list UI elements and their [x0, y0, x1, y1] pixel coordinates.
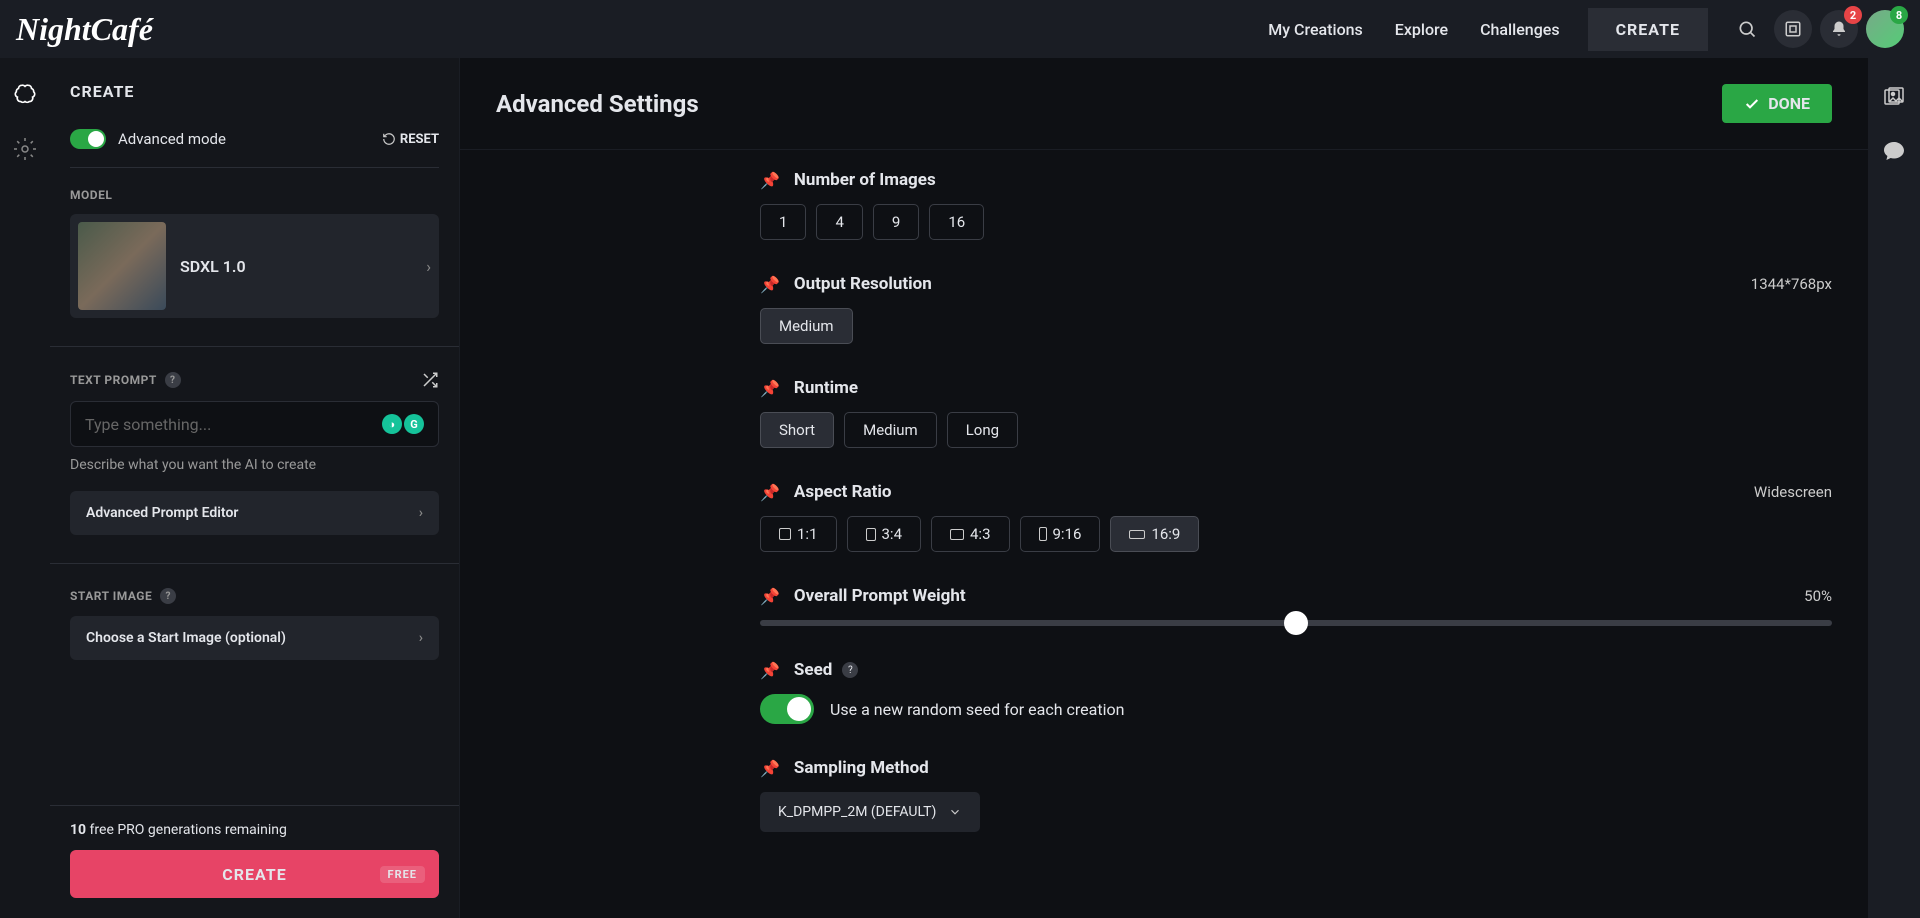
setting-number-of-images: 📌 Number of Images 1 4 9 16 — [760, 170, 1832, 240]
sampling-dropdown[interactable]: K_DPMPP_2M (DEFAULT) — [760, 792, 980, 832]
advanced-prompt-editor-button[interactable]: Advanced Prompt Editor › — [70, 491, 439, 535]
aspect-16-9[interactable]: 16:9 — [1110, 516, 1199, 552]
ratio-icon — [779, 528, 791, 540]
choose-start-image-button[interactable]: Choose a Start Image (optional) › — [70, 616, 439, 660]
runtime-long[interactable]: Long — [947, 412, 1018, 448]
aspect-1-1[interactable]: 1:1 — [760, 516, 837, 552]
advanced-mode-toggle[interactable] — [70, 129, 106, 149]
setting-prompt-weight: 📌 Overall Prompt Weight 50% — [760, 586, 1832, 626]
avatar[interactable]: 8 — [1866, 10, 1904, 48]
nav-challenges[interactable]: Challenges — [1464, 12, 1575, 47]
seed-description: Use a new random seed for each creation — [830, 700, 1124, 719]
done-button[interactable]: DONE — [1722, 84, 1832, 123]
content: Advanced Settings DONE 📌 Number of Image… — [460, 58, 1868, 918]
advanced-mode-label: Advanced mode — [118, 130, 382, 148]
ratio-icon — [1039, 527, 1047, 541]
ratio-icon — [950, 529, 964, 540]
create-button[interactable]: CREATE FREE — [70, 850, 439, 898]
page-title: Advanced Settings — [496, 90, 1722, 118]
output-res-medium[interactable]: Medium — [760, 308, 853, 344]
pin-icon[interactable]: 📌 — [760, 661, 780, 680]
brain-icon[interactable] — [12, 82, 38, 108]
weight-slider[interactable] — [760, 620, 1832, 626]
setting-runtime: 📌 Runtime Short Medium Long — [760, 378, 1832, 448]
grammarly-icon[interactable]: G — [404, 414, 424, 434]
seed-toggle[interactable] — [760, 694, 814, 724]
shuffle-icon[interactable] — [421, 371, 439, 389]
prompt-input[interactable]: Type something... ◑ G — [70, 401, 439, 447]
chevron-right-icon: › — [419, 505, 423, 521]
model-thumbnail — [78, 222, 166, 310]
search-icon[interactable] — [1728, 10, 1766, 48]
setting-sampling-method: 📌 Sampling Method K_DPMPP_2M (DEFAULT) — [760, 758, 1832, 832]
top-nav: NightCafé My Creations Explore Challenge… — [0, 0, 1920, 58]
nav-my-creations[interactable]: My Creations — [1252, 12, 1379, 47]
start-image-label: START IMAGE ? — [70, 588, 439, 604]
pin-icon[interactable]: 📌 — [760, 759, 780, 778]
text-prompt-label: TEXT PROMPT ? — [70, 371, 439, 389]
pin-icon[interactable]: 📌 — [760, 171, 780, 190]
chevron-right-icon: › — [419, 630, 423, 646]
num-images-1[interactable]: 1 — [760, 204, 806, 240]
free-tag: FREE — [380, 866, 425, 883]
chevron-right-icon: › — [426, 257, 431, 276]
prompt-placeholder: Type something... — [85, 415, 382, 434]
avatar-badge: 8 — [1890, 6, 1908, 24]
generations-remaining: 10 free PRO generations remaining — [70, 822, 439, 838]
aspect-9-16[interactable]: 9:16 — [1020, 516, 1101, 552]
settings-icon[interactable] — [12, 136, 38, 162]
prompt-help-text: Describe what you want the AI to create — [70, 457, 439, 473]
help-icon[interactable]: ? — [165, 372, 181, 388]
ratio-icon — [866, 528, 876, 541]
reset-button[interactable]: RESET — [382, 132, 439, 147]
nav-explore[interactable]: Explore — [1379, 12, 1464, 47]
slider-thumb[interactable] — [1284, 611, 1308, 635]
num-images-4[interactable]: 4 — [816, 204, 862, 240]
notification-badge: 2 — [1844, 6, 1862, 24]
right-rail — [1868, 58, 1920, 918]
chat-icon[interactable] — [1881, 138, 1907, 164]
setting-aspect-ratio: 📌 Aspect Ratio Widescreen 1:1 3:4 4:3 9:… — [760, 482, 1832, 552]
logo[interactable]: NightCafé — [16, 11, 153, 48]
sidebar: CREATE Advanced mode RESET MODEL SDXL 1.… — [50, 58, 460, 918]
left-rail — [0, 58, 50, 918]
help-icon[interactable]: ? — [842, 662, 858, 678]
sidebar-title: CREATE — [50, 58, 459, 117]
setting-seed: 📌 Seed ? Use a new random seed for each … — [760, 660, 1832, 724]
pin-icon[interactable]: 📌 — [760, 587, 780, 606]
weight-value: 50% — [1804, 587, 1832, 605]
aspect-4-3[interactable]: 4:3 — [931, 516, 1010, 552]
aspect-3-4[interactable]: 3:4 — [847, 516, 922, 552]
num-images-9[interactable]: 9 — [873, 204, 919, 240]
pin-icon[interactable]: 📌 — [760, 483, 780, 502]
output-res-value: 1344*768px — [1751, 275, 1832, 293]
num-images-16[interactable]: 16 — [929, 204, 984, 240]
runtime-medium[interactable]: Medium — [844, 412, 937, 448]
chevron-down-icon — [948, 805, 962, 819]
pin-icon[interactable]: 📌 — [760, 379, 780, 398]
inbox-icon[interactable] — [1774, 10, 1812, 48]
model-section-label: MODEL — [70, 188, 439, 202]
setting-output-resolution: 📌 Output Resolution 1344*768px Medium — [760, 274, 1832, 344]
model-name: SDXL 1.0 — [180, 257, 412, 276]
aspect-value: Widescreen — [1754, 483, 1832, 501]
model-selector[interactable]: SDXL 1.0 › — [70, 214, 439, 318]
ratio-icon — [1129, 530, 1145, 539]
grammarly-tone-icon[interactable]: ◑ — [382, 414, 402, 434]
runtime-short[interactable]: Short — [760, 412, 834, 448]
help-icon[interactable]: ? — [160, 588, 176, 604]
gallery-icon[interactable] — [1881, 84, 1907, 110]
pin-icon[interactable]: 📌 — [760, 275, 780, 294]
notifications-icon[interactable]: 2 — [1820, 10, 1858, 48]
nav-create-button[interactable]: CREATE — [1588, 8, 1708, 51]
